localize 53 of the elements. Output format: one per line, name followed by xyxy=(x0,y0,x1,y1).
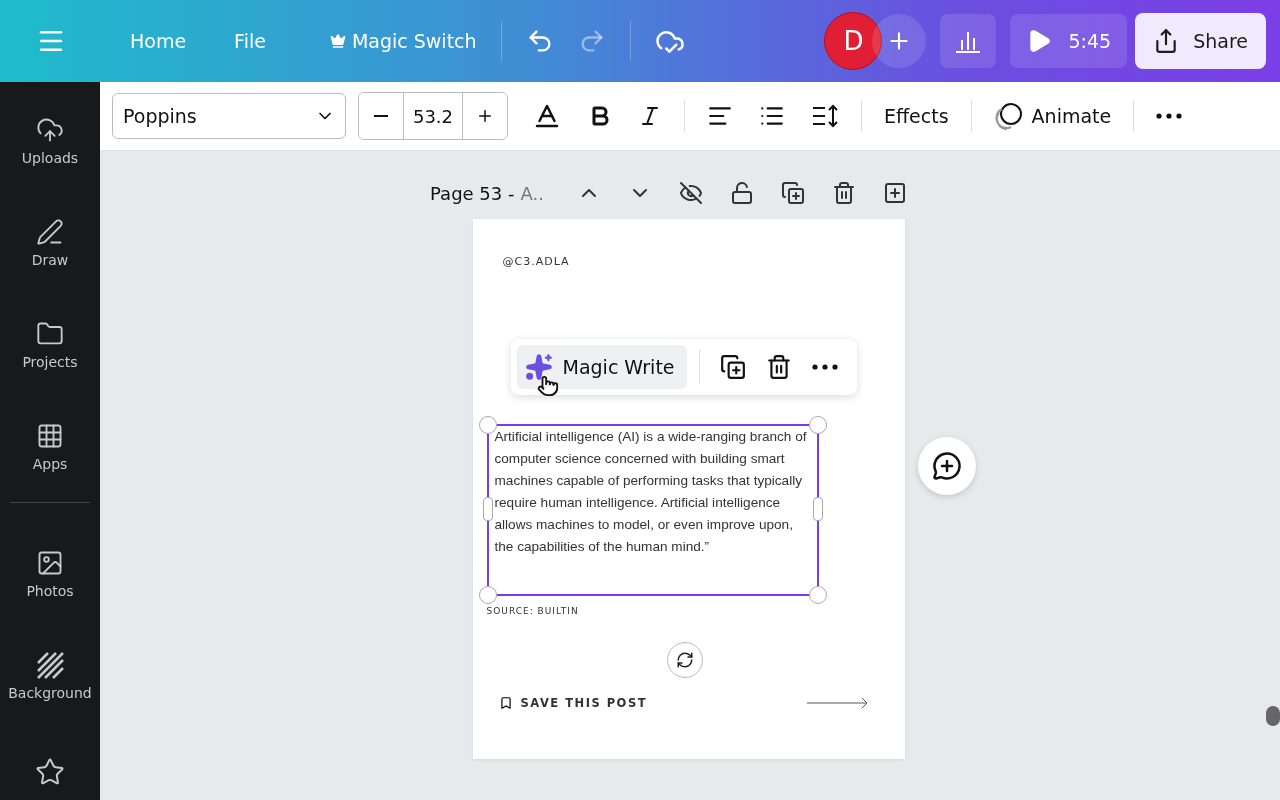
rotate-icon xyxy=(675,651,694,669)
animate-button[interactable]: Animate xyxy=(983,95,1122,137)
sidebar-item[interactable]: Photos xyxy=(0,523,100,625)
pen-icon xyxy=(36,218,64,246)
insights-button[interactable] xyxy=(940,14,997,68)
resize-handle[interactable] xyxy=(808,416,827,434)
rotate-button[interactable] xyxy=(666,642,703,678)
present-button[interactable]: 5:45 xyxy=(1010,14,1128,68)
bookmark-icon xyxy=(498,696,513,710)
sparkles-icon xyxy=(524,353,553,381)
image-icon xyxy=(36,549,64,577)
quote-paragraph: Artificial intelligence (AI) is a wide-ranging branch of computer science concerned with building smart machines capable of performing tasks that typically require human intelligence. Artificial intelligence allows machines to model, or even improve upon, the capabilities of the human mind.” xyxy=(494,428,808,556)
animate-icon xyxy=(993,101,1024,131)
star-icon xyxy=(35,757,65,787)
plus-icon xyxy=(476,107,494,125)
eye-off-icon xyxy=(679,181,704,205)
save-post-text: SAVE THIS POST xyxy=(520,696,648,710)
sidebar-item[interactable]: Apps xyxy=(0,396,100,498)
resize-handle[interactable] xyxy=(482,497,493,521)
unlock-icon xyxy=(730,181,755,205)
trash-icon xyxy=(832,181,857,205)
copy-plus-icon xyxy=(719,354,746,380)
more-icon xyxy=(811,364,838,370)
page-title: Page 53 - xyxy=(430,182,515,204)
effects-button[interactable]: Effects xyxy=(874,99,959,133)
avatar[interactable]: D xyxy=(824,12,883,70)
font-dropdown[interactable]: Poppins xyxy=(112,93,346,139)
trash-icon xyxy=(765,354,792,380)
sidebar-item[interactable]: Background xyxy=(0,625,100,727)
cloud-upload-icon xyxy=(36,116,64,144)
sidebar-item[interactable]: Uploads xyxy=(0,90,100,192)
sidebar-item[interactable]: Projects xyxy=(0,294,100,396)
add-page-icon xyxy=(883,181,908,205)
page-subtitle[interactable]: A.. xyxy=(520,182,544,204)
scrollbar-thumb[interactable] xyxy=(1266,706,1280,726)
line-spacing-icon xyxy=(811,104,839,128)
more-icon xyxy=(1156,113,1183,119)
copy-plus-icon xyxy=(781,181,806,205)
share-button[interactable]: Share xyxy=(1135,13,1266,69)
stripes-icon xyxy=(36,651,64,679)
arrow-icon xyxy=(806,697,869,709)
source-text: SOURCE: BUILTIN xyxy=(486,606,580,616)
crown-icon xyxy=(329,33,346,49)
resize-handle[interactable] xyxy=(478,586,497,604)
grid-icon xyxy=(36,422,64,450)
add-comment-button[interactable] xyxy=(918,437,976,495)
sidebar-item[interactable]: Draw xyxy=(0,192,100,294)
comment-plus-icon xyxy=(932,451,962,481)
minus-icon xyxy=(374,115,388,117)
resize-handle[interactable] xyxy=(478,416,497,434)
resize-handle[interactable] xyxy=(812,497,823,521)
handle-text: @C3.ADLA xyxy=(502,255,571,268)
resize-handle[interactable] xyxy=(808,586,827,604)
